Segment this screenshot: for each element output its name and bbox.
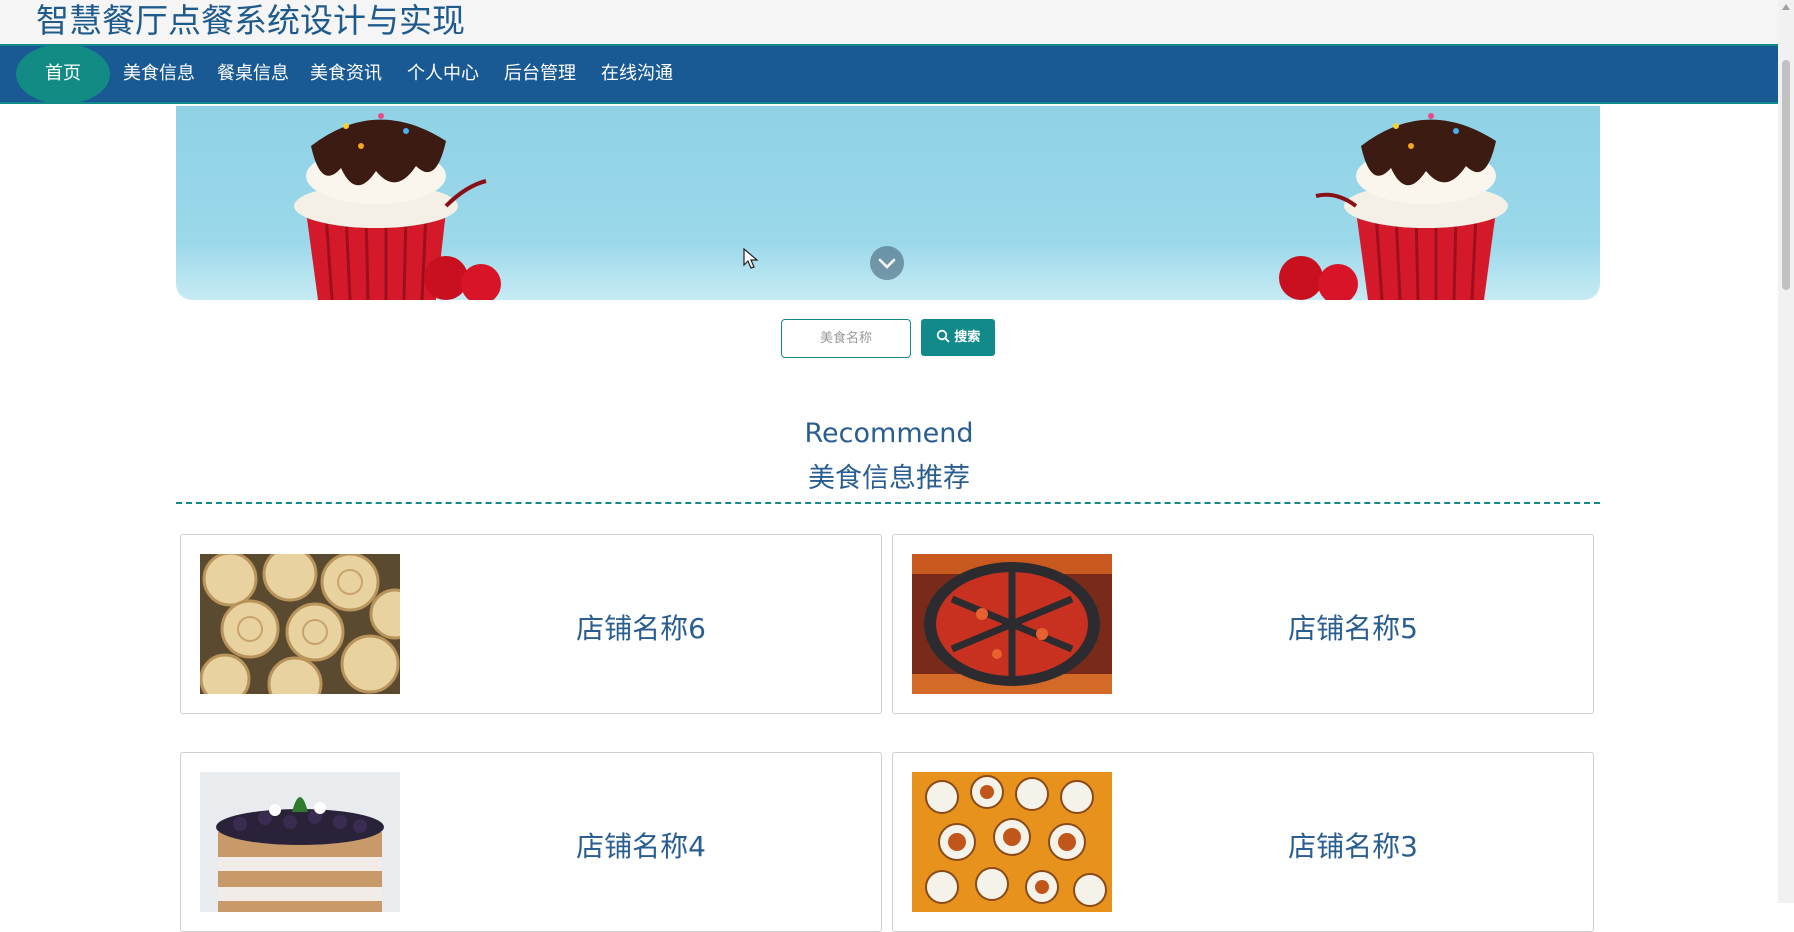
food-card[interactable]: 店铺名称6 xyxy=(180,534,882,714)
food-image xyxy=(912,772,1112,912)
pastry-image xyxy=(200,554,400,694)
dishes-image xyxy=(912,772,1112,912)
nav-item-admin[interactable]: 后台管理 xyxy=(504,46,576,102)
search-icon xyxy=(936,329,950,343)
carousel-next-button[interactable] xyxy=(870,246,904,280)
section-divider xyxy=(176,502,1600,504)
shop-name: 店铺名称4 xyxy=(576,830,706,863)
section-title-cn: 美食信息推荐 xyxy=(808,463,970,494)
site-title: 智慧餐厅点餐系统设计与实现 xyxy=(36,1,465,40)
section-title-en: Recommend xyxy=(804,418,974,449)
search-button[interactable]: 搜索 xyxy=(921,319,995,356)
search-input[interactable] xyxy=(781,319,911,358)
food-image xyxy=(912,554,1112,694)
shop-name: 店铺名称3 xyxy=(1288,830,1418,863)
cupcake-image xyxy=(1279,113,1508,300)
cupcake-image xyxy=(294,113,501,300)
food-card[interactable]: 店铺名称5 xyxy=(892,534,1594,714)
hotpot-image xyxy=(912,554,1112,694)
food-card[interactable]: 店铺名称4 xyxy=(180,752,882,932)
cake-image xyxy=(200,772,400,912)
scrollbar-thumb[interactable] xyxy=(1782,60,1790,290)
main-nav: 首页 美食信息 餐桌信息 美食资讯 个人中心 后台管理 在线沟通 xyxy=(0,44,1778,104)
search-button-label: 搜索 xyxy=(954,330,981,345)
banner-carousel[interactable] xyxy=(176,106,1600,300)
nav-item-home[interactable]: 首页 xyxy=(16,44,110,104)
nav-item-online-chat[interactable]: 在线沟通 xyxy=(601,46,673,102)
nav-item-food-info[interactable]: 美食信息 xyxy=(123,46,195,102)
chevron-down-icon xyxy=(878,258,896,269)
food-image xyxy=(200,554,400,694)
shop-name: 店铺名称5 xyxy=(1288,612,1418,645)
nav-item-food-news[interactable]: 美食资讯 xyxy=(310,46,382,102)
nav-item-personal-center[interactable]: 个人中心 xyxy=(407,46,479,102)
top-bar: 智慧餐厅点餐系统设计与实现 xyxy=(0,0,1778,44)
food-card[interactable]: 店铺名称3 xyxy=(892,752,1594,932)
food-image xyxy=(200,772,400,912)
page-scrollbar[interactable] xyxy=(1778,0,1794,903)
scroll-up-arrow-icon[interactable] xyxy=(1782,4,1790,10)
nav-item-table-info[interactable]: 餐桌信息 xyxy=(217,46,289,102)
shop-name: 店铺名称6 xyxy=(576,612,706,645)
mouse-cursor-icon xyxy=(743,248,759,269)
